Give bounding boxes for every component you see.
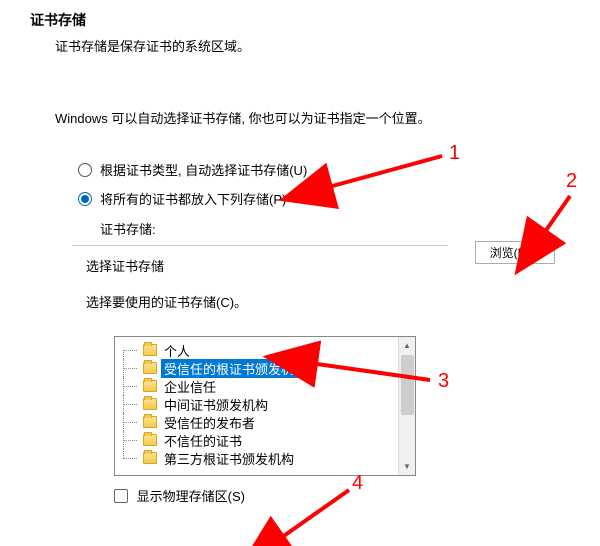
radio-auto-store-input[interactable] [78,163,92,177]
tree-item-label[interactable]: 受信任的发布者 [161,413,258,432]
show-physical-checkbox[interactable] [114,489,128,503]
tree-item-label[interactable]: 不信任的证书 [161,431,245,450]
tree-item[interactable]: 中间证书颁发机构 [121,395,415,413]
tree-connector [121,359,143,377]
tree-item[interactable]: 第三方根证书颁发机构 [121,449,415,467]
tree-item[interactable]: 企业信任 [121,377,415,395]
folder-icon [143,434,157,446]
page-subtitle: 证书存储是保存证书的系统区域。 [55,36,250,55]
radio-place-store-input[interactable] [78,192,92,206]
radio-auto-store-label: 根据证书类型, 自动选择证书存储(U) [100,160,307,179]
instruction: Windows 可以自动选择证书存储, 你也可以为证书指定一个位置。 [55,108,431,127]
annotation-2: 2 [566,170,577,193]
tree-item-label[interactable]: 企业信任 [161,377,219,396]
scroll-up-icon[interactable]: ▲ [399,337,415,354]
tree-connector [121,377,143,395]
tree-item-label[interactable]: 受信任的根证书颁发机构 [161,359,310,378]
tree-item-label[interactable]: 中间证书颁发机构 [161,395,271,414]
show-physical-row[interactable]: 显示物理存储区(S) [114,486,245,505]
radio-auto-store[interactable]: 根据证书类型, 自动选择证书存储(U) [78,160,307,179]
dialog-instruction: 选择要使用的证书存储(C)。 [86,292,247,311]
radio-place-store-label: 将所有的证书都放入下列存储(P) [100,189,286,208]
page-title: 证书存储 [30,10,86,30]
tree-item[interactable]: 个人 [121,341,415,359]
scroll-thumb[interactable] [401,355,414,415]
tree-item-label[interactable]: 第三方根证书颁发机构 [161,449,297,468]
tree-item[interactable]: 受信任的发布者 [121,413,415,431]
scroll-down-icon[interactable]: ▼ [399,458,415,475]
tree-connector [121,395,143,413]
annotation-1: 1 [449,142,460,165]
show-physical-label[interactable]: 显示物理存储区(S) [137,489,245,504]
browse-button[interactable]: 浏览(R)... [475,241,555,264]
tree-item-label[interactable]: 个人 [161,341,193,360]
folder-icon [143,452,157,464]
store-tree[interactable]: 个人受信任的根证书颁发机构企业信任中间证书颁发机构受信任的发布者不信任的证书第三… [114,336,416,476]
tree-connector [121,431,143,449]
radio-place-store[interactable]: 将所有的证书都放入下列存储(P) [78,189,286,208]
tree-scrollbar[interactable]: ▲ ▼ [398,337,415,475]
tree-item[interactable]: 不信任的证书 [121,431,415,449]
folder-icon [143,362,157,374]
select-store-dialog: 选择证书存储 选择要使用的证书存储(C)。 个人受信任的根证书颁发机构企业信任中… [72,245,448,545]
folder-icon [143,416,157,428]
tree-connector [121,413,143,431]
dialog-title: 选择证书存储 [86,256,164,275]
store-field-label: 证书存储: [100,219,156,238]
folder-icon [143,398,157,410]
tree-connector [121,341,143,359]
folder-icon [143,380,157,392]
folder-icon [143,344,157,356]
tree-connector [121,449,143,467]
tree-item[interactable]: 受信任的根证书颁发机构 [121,359,415,377]
